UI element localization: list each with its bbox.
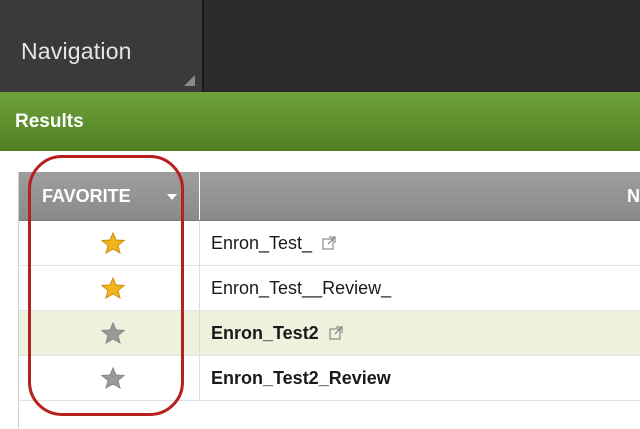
- navigation-panel[interactable]: Navigation: [0, 0, 204, 92]
- favorite-column-highlight-annotation: [28, 155, 184, 416]
- top-bar: Navigation: [0, 0, 640, 92]
- row-name[interactable]: Enron_Test2_Review: [211, 368, 391, 389]
- row-name-text[interactable]: Enron_Test2: [211, 323, 319, 343]
- row-name-text[interactable]: Enron_Test2_Review: [211, 368, 391, 388]
- name-column-header[interactable]: N: [627, 186, 640, 207]
- navigation-label: Navigation: [21, 38, 132, 64]
- resize-grip-icon[interactable]: [184, 75, 195, 86]
- results-bar: Results: [0, 92, 640, 151]
- row-name-text[interactable]: Enron_Test_: [211, 233, 312, 253]
- row-name[interactable]: Enron_Test__Review_: [211, 278, 391, 299]
- row-name-text[interactable]: Enron_Test__Review_: [211, 278, 391, 298]
- row-name[interactable]: Enron_Test2: [211, 323, 343, 344]
- external-link-icon[interactable]: [322, 236, 336, 250]
- external-link-icon[interactable]: [329, 326, 343, 340]
- results-title: Results: [15, 111, 84, 132]
- row-name[interactable]: Enron_Test_: [211, 233, 336, 254]
